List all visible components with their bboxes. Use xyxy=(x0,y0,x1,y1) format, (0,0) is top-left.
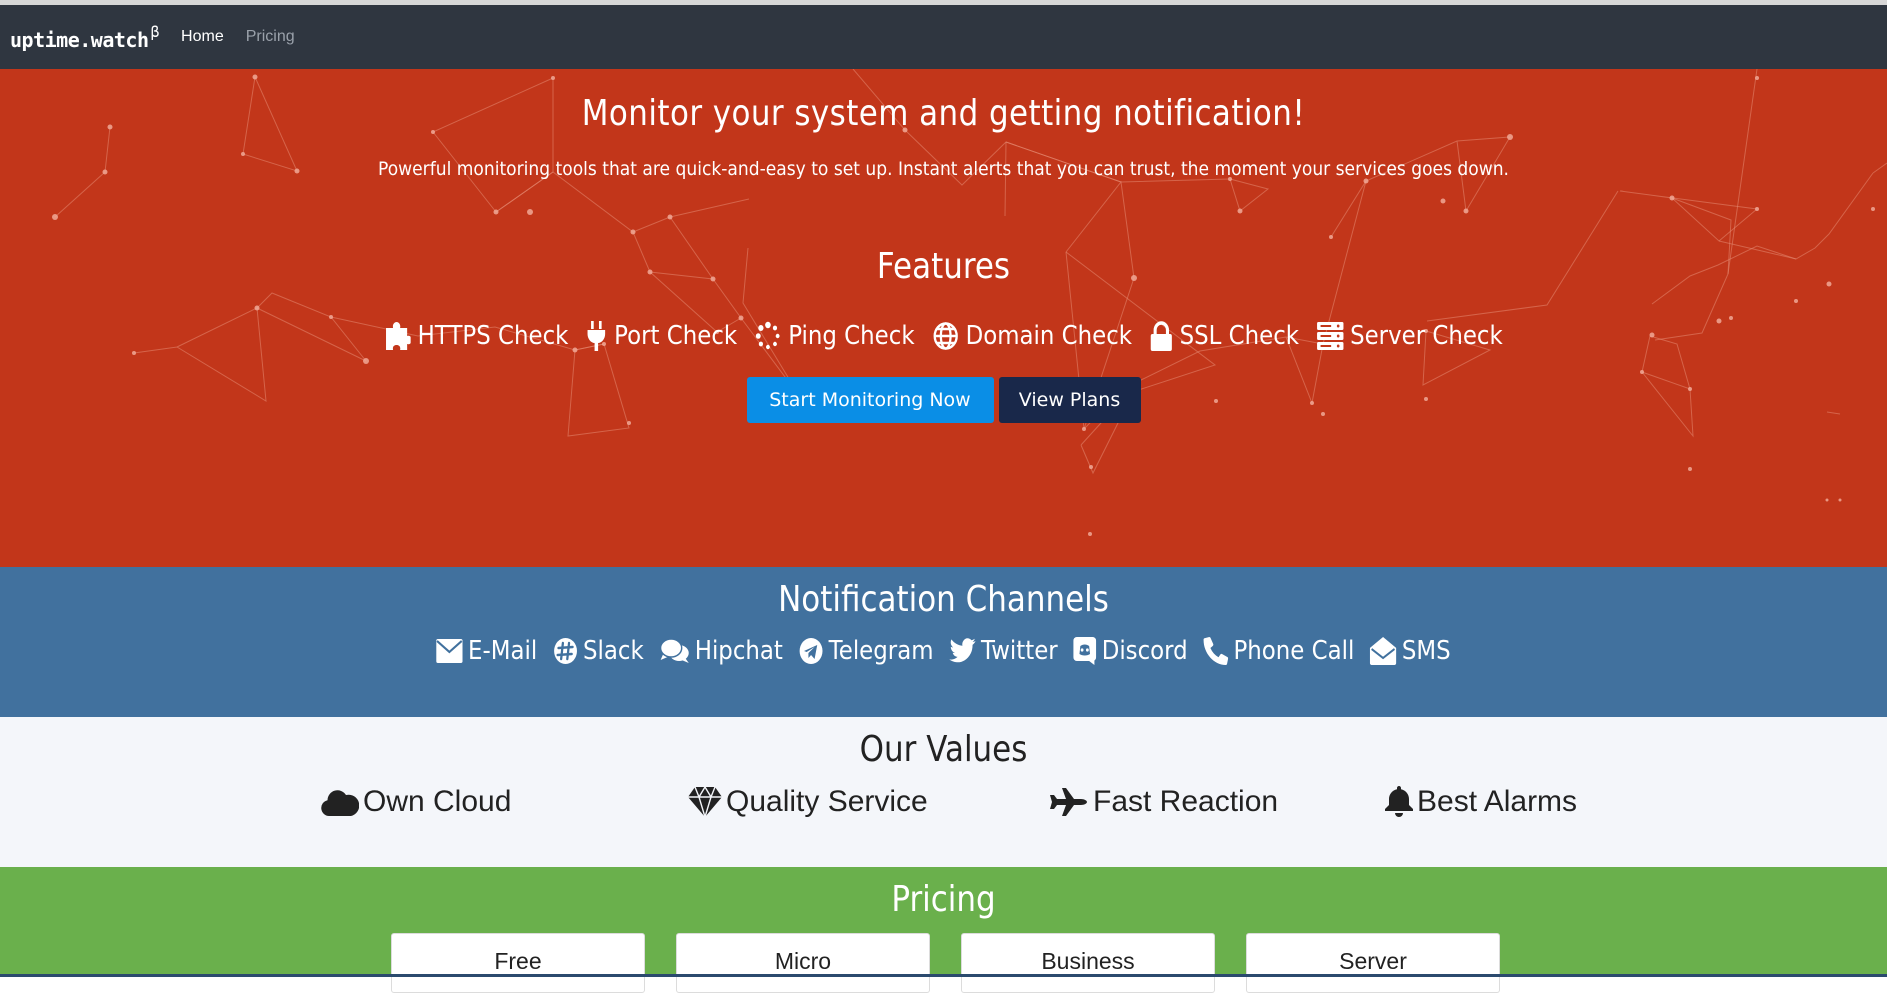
channel-slack: Slack xyxy=(553,636,644,666)
hero-content: Monitor your system and getting notifica… xyxy=(0,69,1887,423)
envelope-icon xyxy=(436,639,463,663)
channel-twitter: Twitter xyxy=(949,636,1058,666)
globe-icon xyxy=(933,322,958,350)
channel-hipchat: Hipchat xyxy=(659,636,783,666)
value-own-cloud: Own Cloud xyxy=(321,785,511,819)
pricing-section: Pricing Free Micro Business Server xyxy=(0,867,1887,993)
channel-telegram: Telegram xyxy=(799,636,934,666)
feature-ssl-check: SSL Check xyxy=(1150,321,1299,351)
plan-card-free[interactable]: Free xyxy=(391,933,645,993)
feature-server-check: Server Check xyxy=(1316,321,1503,351)
server-icon xyxy=(1316,322,1344,350)
start-monitoring-button[interactable]: Start Monitoring Now xyxy=(746,377,994,423)
channel-sms: SMS xyxy=(1370,636,1451,666)
puzzle-icon xyxy=(385,322,411,350)
value-fast-reaction: Fast Reaction xyxy=(1049,785,1278,819)
notification-channels-title: Notification Channels xyxy=(778,579,1109,620)
channel-phone-call: Phone Call xyxy=(1203,636,1354,666)
hero-subtitle: Powerful monitoring tools that are quick… xyxy=(378,158,1509,180)
hero-title: Monitor your system and getting notifica… xyxy=(581,93,1306,134)
brand-logo[interactable]: uptime.watch β xyxy=(10,23,160,52)
envelope-open-icon xyxy=(1370,637,1397,665)
nav-link-home[interactable]: Home xyxy=(181,28,224,46)
notification-channels-section: Notification Channels E-Mail Slack Hipch… xyxy=(0,567,1887,717)
nav-link-pricing[interactable]: Pricing xyxy=(246,28,295,46)
hero-section: Monitor your system and getting notifica… xyxy=(0,69,1887,567)
channels-list: E-Mail Slack Hipchat Telegram Twitter Di… xyxy=(113,636,1774,666)
lock-icon xyxy=(1150,321,1172,351)
feature-https-check: HTTPS Check xyxy=(384,321,568,351)
pricing-title: Pricing xyxy=(891,879,996,920)
plan-card-micro[interactable]: Micro xyxy=(676,933,930,993)
slack-icon xyxy=(553,638,577,664)
our-values-title: Our Values xyxy=(859,729,1028,770)
bell-icon xyxy=(1385,786,1413,817)
plan-card-server[interactable]: Server xyxy=(1246,933,1500,993)
feature-port-check: Port Check xyxy=(586,321,737,351)
cloud-icon xyxy=(321,790,359,816)
channel-discord: Discord xyxy=(1073,636,1188,666)
navbar: uptime.watch β Home Pricing xyxy=(0,5,1887,69)
value-best-alarms: Best Alarms xyxy=(1385,785,1577,819)
view-plans-button[interactable]: View Plans xyxy=(998,377,1141,423)
plan-card-business[interactable]: Business xyxy=(961,933,1215,993)
hero-buttons: Start Monitoring Now View Plans xyxy=(0,377,1887,423)
phone-icon xyxy=(1203,637,1229,665)
feature-ping-check: Ping Check xyxy=(755,321,915,351)
features-title: Features xyxy=(876,246,1011,287)
spinner-icon xyxy=(755,321,780,350)
twitter-icon xyxy=(949,638,976,663)
channel-email: E-Mail xyxy=(436,636,537,666)
features-list: HTTPS Check Port Check Ping Check Domain… xyxy=(113,321,1774,351)
feature-domain-check: Domain Check xyxy=(932,321,1132,351)
our-values-section: Our Values Own Cloud Quality Service Fas… xyxy=(0,717,1887,867)
plane-icon xyxy=(1050,788,1087,816)
comments-icon xyxy=(659,638,689,663)
diamond-icon xyxy=(688,787,722,817)
telegram-icon xyxy=(799,638,823,664)
plug-icon xyxy=(587,321,606,351)
discord-icon xyxy=(1073,637,1097,665)
value-quality-service: Quality Service xyxy=(688,785,928,819)
